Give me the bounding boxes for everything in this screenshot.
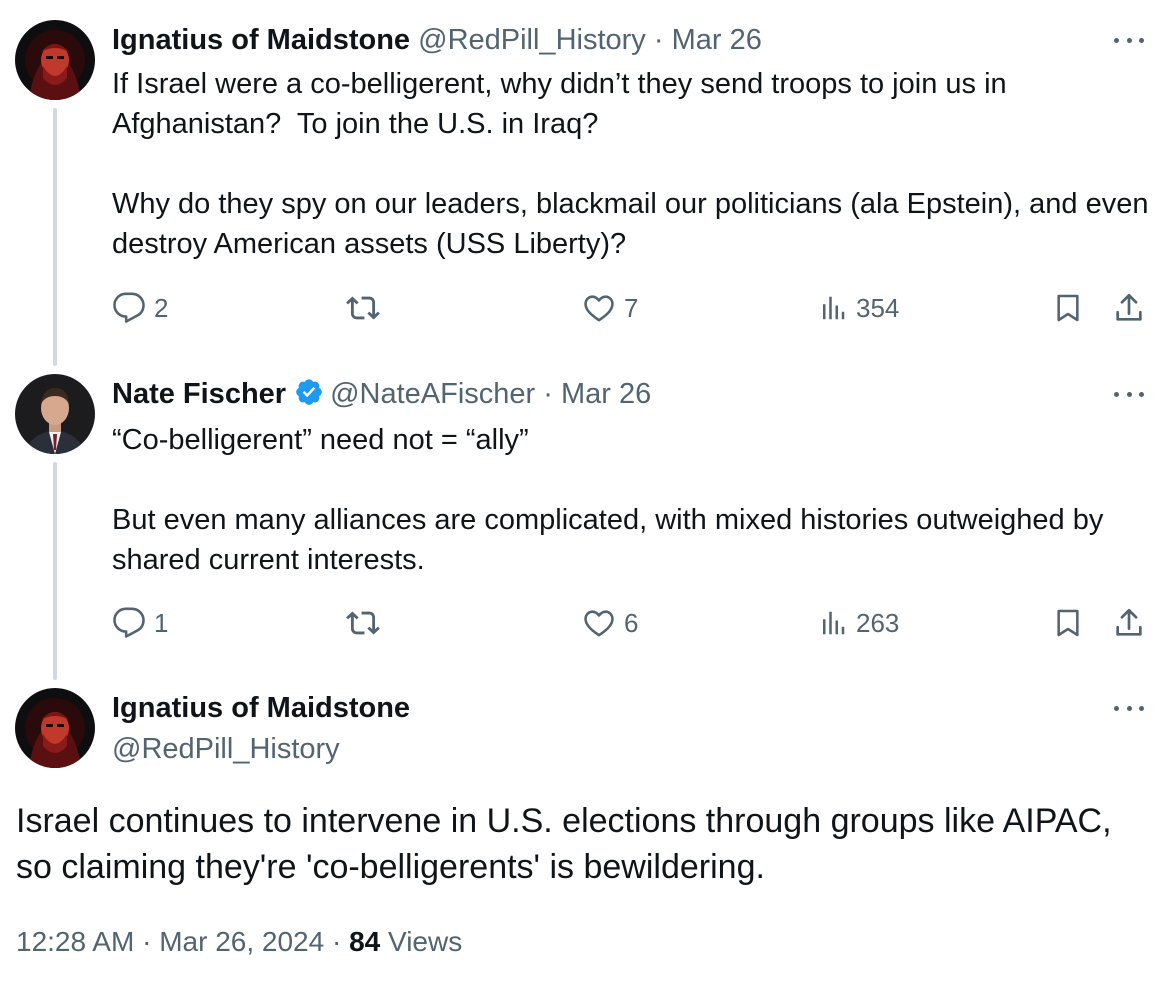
views-button[interactable]: 263 — [818, 603, 899, 643]
separator-dot: · — [653, 24, 664, 56]
author-name[interactable]: Nate Fischer — [112, 378, 286, 410]
like-button[interactable]: 6 — [582, 603, 638, 643]
red-hooded-figure-icon — [15, 20, 95, 100]
like-count: 6 — [624, 607, 639, 638]
views-count: 354 — [856, 292, 900, 323]
like-count: 7 — [624, 292, 639, 323]
avatar[interactable] — [15, 374, 95, 454]
analytics-icon — [823, 611, 845, 635]
bookmark-button[interactable] — [1052, 288, 1084, 328]
views-count: 263 — [856, 607, 900, 638]
heart-icon — [584, 610, 614, 637]
main-tweet-text: Israel continues to intervene in U.S. el… — [16, 802, 1112, 886]
retweet-icon — [346, 611, 380, 635]
views-count[interactable]: 84 — [349, 926, 380, 957]
views-button[interactable]: 354 — [818, 288, 899, 328]
author-name[interactable]: Ignatius of Maidstone — [112, 24, 410, 56]
tweet-text: If Israel were a co-belligerent, why did… — [112, 68, 1149, 260]
tweet-meta: 12:28 AM · Mar 26, 2024 · 84 Views — [16, 926, 462, 958]
more-options-icon[interactable] — [1114, 34, 1144, 46]
share-button[interactable] — [1112, 603, 1146, 643]
red-hooded-figure-icon — [15, 688, 95, 768]
reply-icon — [113, 607, 145, 638]
tweet-date[interactable]: Mar 26 — [672, 24, 762, 56]
bookmark-icon — [1057, 609, 1079, 637]
man-in-suit-icon — [15, 374, 95, 454]
author-handle[interactable]: @RedPill_History — [112, 731, 340, 767]
separator-dot: · — [543, 378, 553, 410]
more-options-icon[interactable] — [1114, 702, 1144, 714]
analytics-icon — [823, 296, 845, 320]
retweet-button[interactable] — [344, 288, 390, 328]
views-label: Views — [388, 926, 463, 957]
share-icon — [1116, 293, 1142, 321]
thread-line — [53, 108, 57, 366]
tweet-date[interactable]: Mar 26, 2024 — [159, 926, 324, 957]
reply-button[interactable]: 1 — [112, 603, 168, 643]
tweet-date[interactable]: Mar 26 — [561, 378, 651, 410]
thread-page: Ignatius of Maidstone @RedPill_History ·… — [0, 0, 1168, 990]
heart-icon — [584, 295, 614, 322]
reply-button[interactable]: 2 — [112, 288, 168, 328]
tweet-header: Nate Fischer @NateAFischer · Mar 26 — [112, 376, 651, 416]
author-name[interactable]: Ignatius of Maidstone — [112, 690, 410, 726]
thread-line — [53, 462, 57, 680]
share-button[interactable] — [1112, 288, 1146, 328]
tweet-actions: 2 7 354 — [112, 288, 1152, 328]
reply-icon — [113, 292, 145, 323]
share-icon — [1116, 608, 1142, 636]
retweet-button[interactable] — [344, 603, 390, 643]
more-options-icon[interactable] — [1114, 388, 1144, 400]
retweet-icon — [346, 296, 380, 320]
tweet-text: “Co-belligerent” need not = “ally” But e… — [112, 424, 1104, 576]
verified-badge-icon — [294, 377, 324, 416]
reply-count: 2 — [154, 292, 169, 323]
author-handle[interactable]: @RedPill_History — [418, 24, 646, 56]
separator-dot: · — [142, 926, 152, 957]
avatar[interactable] — [15, 688, 95, 768]
bookmark-button[interactable] — [1052, 603, 1084, 643]
separator-dot: · — [331, 926, 342, 957]
reply-count: 1 — [154, 607, 169, 638]
tweet-actions: 1 6 263 — [112, 603, 1152, 643]
tweet-header: Ignatius of Maidstone @RedPill_History ·… — [112, 22, 762, 58]
bookmark-icon — [1057, 294, 1079, 322]
avatar[interactable] — [15, 20, 95, 100]
author-handle[interactable]: @NateAFischer — [330, 378, 535, 410]
tweet-time[interactable]: 12:28 AM — [16, 926, 134, 957]
like-button[interactable]: 7 — [582, 288, 638, 328]
